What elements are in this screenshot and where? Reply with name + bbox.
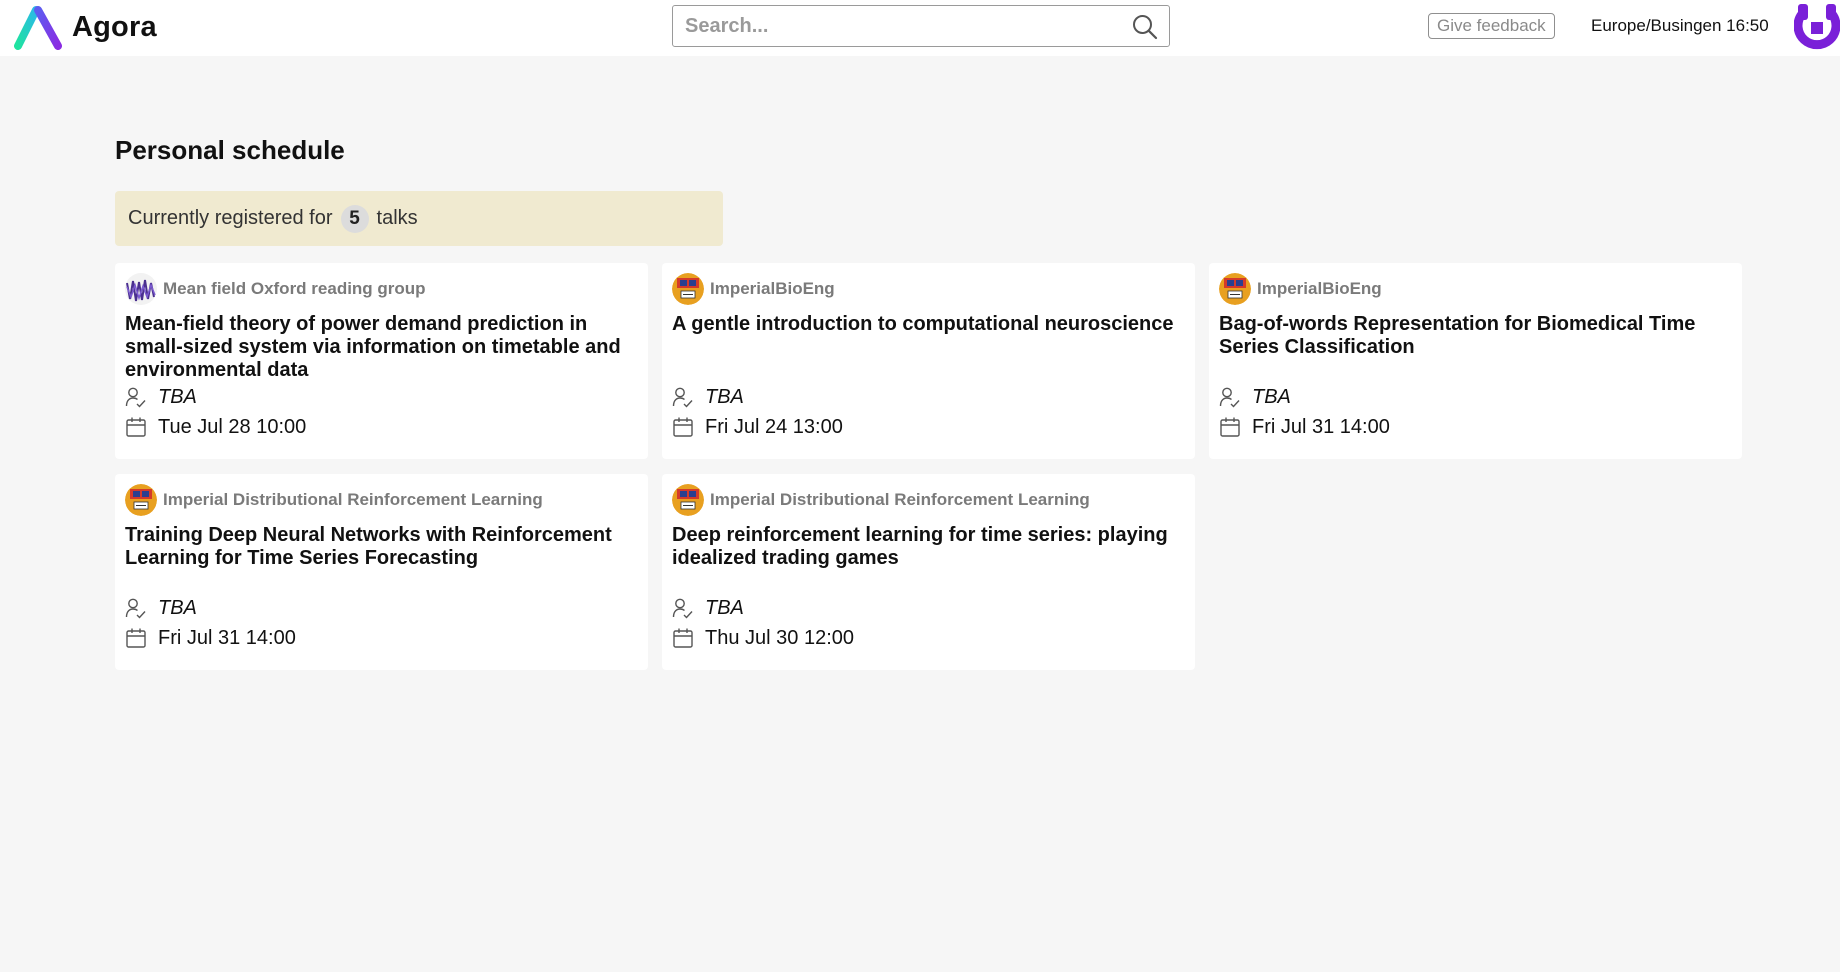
card-channel-row: Imperial Distributional Reinforcement Le… xyxy=(125,484,638,516)
talk-date: Tue Jul 28 10:00 xyxy=(158,415,307,438)
calendar-icon xyxy=(673,628,693,648)
date-row: Thu Jul 30 12:00 xyxy=(672,623,1185,653)
talk-title[interactable]: Training Deep Neural Networks with Reinf… xyxy=(125,524,638,593)
agora-logo-icon xyxy=(14,6,62,50)
speaker-name: TBA xyxy=(705,596,744,619)
speaker-check-icon xyxy=(672,598,693,619)
imperial-crest-icon xyxy=(1219,273,1251,305)
talk-title[interactable]: A gentle introduction to computational n… xyxy=(672,313,1185,382)
calendar-icon xyxy=(126,417,146,437)
search-box xyxy=(672,5,1170,47)
card-channel-row: ImperialBioEng xyxy=(1219,273,1732,305)
channel-name[interactable]: ImperialBioEng xyxy=(710,279,835,299)
registered-suffix: talks xyxy=(376,207,418,229)
talk-title[interactable]: Deep reinforcement learning for time ser… xyxy=(672,524,1185,593)
speaker-check-icon xyxy=(1219,387,1240,408)
card-channel-row: Mean field Oxford reading group xyxy=(125,273,638,305)
speaker-row: TBA xyxy=(1219,382,1732,412)
home-logo-link[interactable]: Agora xyxy=(14,4,157,50)
card-channel-row: Imperial Distributional Reinforcement Le… xyxy=(672,484,1185,516)
talk-date: Fri Jul 24 13:00 xyxy=(705,415,843,438)
talk-title[interactable]: Mean-field theory of power demand predic… xyxy=(125,313,638,382)
date-row: Tue Jul 28 10:00 xyxy=(125,412,638,442)
talk-card[interactable]: ImperialBioEng Bag-of-words Representati… xyxy=(1209,263,1742,459)
user-avatar-icon[interactable] xyxy=(1794,2,1840,52)
speaker-name: TBA xyxy=(1252,385,1291,408)
speaker-row: TBA xyxy=(125,382,638,412)
talk-date: Fri Jul 31 14:00 xyxy=(158,626,296,649)
date-row: Fri Jul 31 14:00 xyxy=(125,623,638,653)
give-feedback-button[interactable]: Give feedback xyxy=(1428,13,1555,39)
mean-field-icon xyxy=(125,273,157,305)
speaker-name: TBA xyxy=(705,385,744,408)
talk-card[interactable]: ImperialBioEng A gentle introduction to … xyxy=(662,263,1195,459)
calendar-icon xyxy=(1220,417,1240,437)
speaker-name: TBA xyxy=(158,596,197,619)
speaker-row: TBA xyxy=(672,593,1185,623)
registered-prefix: Currently registered for xyxy=(128,207,333,229)
speaker-check-icon xyxy=(672,387,693,408)
talk-card[interactable]: Mean field Oxford reading group Mean-fie… xyxy=(115,263,648,459)
page-title: Personal schedule xyxy=(115,135,345,165)
timezone-clock: Europe/Busingen 16:50 xyxy=(1591,16,1769,35)
speaker-row: TBA xyxy=(125,593,638,623)
date-row: Fri Jul 31 14:00 xyxy=(1219,412,1732,442)
top-navbar: Agora Give feedback Europe/Busingen 16:5… xyxy=(0,0,1840,56)
channel-name[interactable]: Imperial Distributional Reinforcement Le… xyxy=(710,490,1090,510)
talk-title[interactable]: Bag-of-words Representation for Biomedic… xyxy=(1219,313,1732,382)
imperial-crest-icon xyxy=(672,484,704,516)
speaker-name: TBA xyxy=(158,385,197,408)
registration-banner: Currently registered for 5 talks xyxy=(115,191,723,246)
card-channel-row: ImperialBioEng xyxy=(672,273,1185,305)
calendar-icon xyxy=(673,417,693,437)
talk-card[interactable]: Imperial Distributional Reinforcement Le… xyxy=(662,474,1195,670)
talk-date: Thu Jul 30 12:00 xyxy=(705,626,854,649)
speaker-check-icon xyxy=(125,598,146,619)
imperial-crest-icon xyxy=(672,273,704,305)
talk-card[interactable]: Imperial Distributional Reinforcement Le… xyxy=(115,474,648,670)
search-icon[interactable] xyxy=(1131,13,1159,41)
channel-name[interactable]: Imperial Distributional Reinforcement Le… xyxy=(163,490,543,510)
search-input[interactable] xyxy=(685,6,1105,46)
speaker-check-icon xyxy=(125,387,146,408)
app-name: Agora xyxy=(72,10,157,43)
channel-name[interactable]: ImperialBioEng xyxy=(1257,279,1382,299)
calendar-icon xyxy=(126,628,146,648)
date-row: Fri Jul 24 13:00 xyxy=(672,412,1185,442)
channel-name[interactable]: Mean field Oxford reading group xyxy=(163,279,426,299)
speaker-row: TBA xyxy=(672,382,1185,412)
registered-count-badge: 5 xyxy=(340,204,369,233)
talk-date: Fri Jul 31 14:00 xyxy=(1252,415,1390,438)
imperial-crest-icon xyxy=(125,484,157,516)
